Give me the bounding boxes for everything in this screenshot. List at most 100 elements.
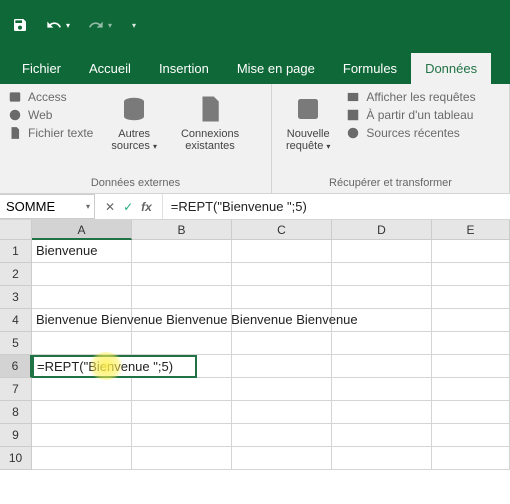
cell-e7[interactable]	[432, 378, 510, 401]
rowhdr[interactable]: 3	[0, 286, 32, 309]
cell-a6[interactable]: =REPT("Bienvenue ";5)	[32, 355, 197, 378]
cell-c10[interactable]	[232, 447, 332, 470]
fx-icon[interactable]: fx	[141, 200, 152, 214]
ribbon-tabs: Fichier Accueil Insertion Mise en page F…	[0, 50, 510, 84]
tab-accueil[interactable]: Accueil	[75, 53, 145, 84]
cell-b2[interactable]	[132, 263, 232, 286]
colhdr-a[interactable]: A	[32, 220, 132, 240]
formula-input[interactable]: =REPT("Bienvenue ";5)	[163, 194, 510, 219]
select-all-corner[interactable]	[0, 220, 32, 240]
cell-e10[interactable]	[432, 447, 510, 470]
rowhdr[interactable]: 1	[0, 240, 32, 263]
cell-c3[interactable]	[232, 286, 332, 309]
btn-access[interactable]: Access	[8, 90, 93, 104]
cell-e6[interactable]	[432, 355, 510, 378]
cell-b3[interactable]	[132, 286, 232, 309]
btn-connexions-existantes[interactable]: Connexionsexistantes	[175, 90, 245, 156]
rowhdr[interactable]: 7	[0, 378, 32, 401]
cell-d6[interactable]	[332, 355, 432, 378]
cell-b4[interactable]	[132, 309, 232, 332]
cell-c8[interactable]	[232, 401, 332, 424]
rowhdr[interactable]: 8	[0, 401, 32, 424]
btn-fichier-texte[interactable]: Fichier texte	[8, 126, 93, 140]
cell-c2[interactable]	[232, 263, 332, 286]
tab-mise-en-page[interactable]: Mise en page	[223, 53, 329, 84]
cell-d3[interactable]	[332, 286, 432, 309]
name-box[interactable]: SOMME ▾	[0, 194, 95, 219]
cell-c5[interactable]	[232, 332, 332, 355]
cell-b5[interactable]	[132, 332, 232, 355]
btn-autres-sources[interactable]: Autressources ▾	[105, 90, 163, 156]
cell-d1[interactable]	[332, 240, 432, 263]
colhdr-c[interactable]: C	[232, 220, 332, 240]
btn-a-partir-tableau[interactable]: À partir d'un tableau	[346, 108, 475, 122]
cancel-icon[interactable]: ✕	[105, 200, 115, 214]
chevron-down-icon[interactable]: ▾	[86, 202, 90, 211]
formula-buttons: ✕ ✓ fx	[95, 194, 163, 219]
ribbon: Access Web Fichier texte Autressources ▾…	[0, 84, 510, 194]
cell-d4[interactable]	[332, 309, 432, 332]
cell-c6[interactable]	[232, 355, 332, 378]
customize-qat-icon[interactable]: ▾	[130, 21, 136, 30]
btn-web[interactable]: Web	[8, 108, 93, 122]
query-options-stack: Afficher les requêtes À partir d'un tabl…	[346, 90, 475, 140]
group-title: Données externes	[8, 175, 263, 191]
cell-b10[interactable]	[132, 447, 232, 470]
btn-afficher-requetes[interactable]: Afficher les requêtes	[346, 90, 475, 104]
cell-d10[interactable]	[332, 447, 432, 470]
cell-e8[interactable]	[432, 401, 510, 424]
cell-a1[interactable]: Bienvenue	[32, 240, 132, 263]
cell-b8[interactable]	[132, 401, 232, 424]
connections-icon	[195, 94, 225, 124]
cell-b7[interactable]	[132, 378, 232, 401]
cell-c9[interactable]	[232, 424, 332, 447]
query-icon	[293, 94, 323, 124]
btn-sources-recentes[interactable]: Sources récentes	[346, 126, 475, 140]
cell-c7[interactable]	[232, 378, 332, 401]
save-icon[interactable]	[12, 17, 28, 33]
tab-donnees[interactable]: Données	[411, 53, 491, 84]
cell-d7[interactable]	[332, 378, 432, 401]
cell-b6[interactable]	[197, 355, 232, 378]
cell-e2[interactable]	[432, 263, 510, 286]
rowhdr[interactable]: 5	[0, 332, 32, 355]
tab-insertion[interactable]: Insertion	[145, 53, 223, 84]
redo-icon[interactable]: ▾	[88, 17, 112, 33]
cell-c1[interactable]	[232, 240, 332, 263]
colhdr-d[interactable]: D	[332, 220, 432, 240]
colhdr-e[interactable]: E	[432, 220, 510, 240]
rowhdr[interactable]: 2	[0, 263, 32, 286]
cell-c4[interactable]	[232, 309, 332, 332]
cell-e3[interactable]	[432, 286, 510, 309]
tab-fichier[interactable]: Fichier	[8, 53, 75, 84]
cell-d5[interactable]	[332, 332, 432, 355]
cell-a4[interactable]: Bienvenue Bienvenue Bienvenue Bienvenue …	[32, 309, 132, 332]
cell-a9[interactable]	[32, 424, 132, 447]
cell-a2[interactable]	[32, 263, 132, 286]
external-sources-stack: Access Web Fichier texte	[8, 90, 93, 140]
rowhdr[interactable]: 6	[0, 355, 32, 378]
cell-d8[interactable]	[332, 401, 432, 424]
cell-b9[interactable]	[132, 424, 232, 447]
cell-a8[interactable]	[32, 401, 132, 424]
cell-b1[interactable]	[132, 240, 232, 263]
rowhdr[interactable]: 4	[0, 309, 32, 332]
undo-icon[interactable]: ▾	[46, 17, 70, 33]
cell-a5[interactable]	[32, 332, 132, 355]
btn-nouvelle-requete[interactable]: Nouvellerequête ▾	[280, 90, 336, 156]
cell-e9[interactable]	[432, 424, 510, 447]
rowhdr[interactable]: 10	[0, 447, 32, 470]
confirm-icon[interactable]: ✓	[123, 200, 133, 214]
colhdr-b[interactable]: B	[132, 220, 232, 240]
cell-d2[interactable]	[332, 263, 432, 286]
cell-e5[interactable]	[432, 332, 510, 355]
rowhdr[interactable]: 9	[0, 424, 32, 447]
cell-e4[interactable]	[432, 309, 510, 332]
cell-a3[interactable]	[32, 286, 132, 309]
tab-formules[interactable]: Formules	[329, 53, 411, 84]
cell-a10[interactable]	[32, 447, 132, 470]
cell-d9[interactable]	[332, 424, 432, 447]
group-recuperer-transformer: Nouvellerequête ▾ Afficher les requêtes …	[272, 84, 510, 193]
cell-a7[interactable]	[32, 378, 132, 401]
cell-e1[interactable]	[432, 240, 510, 263]
